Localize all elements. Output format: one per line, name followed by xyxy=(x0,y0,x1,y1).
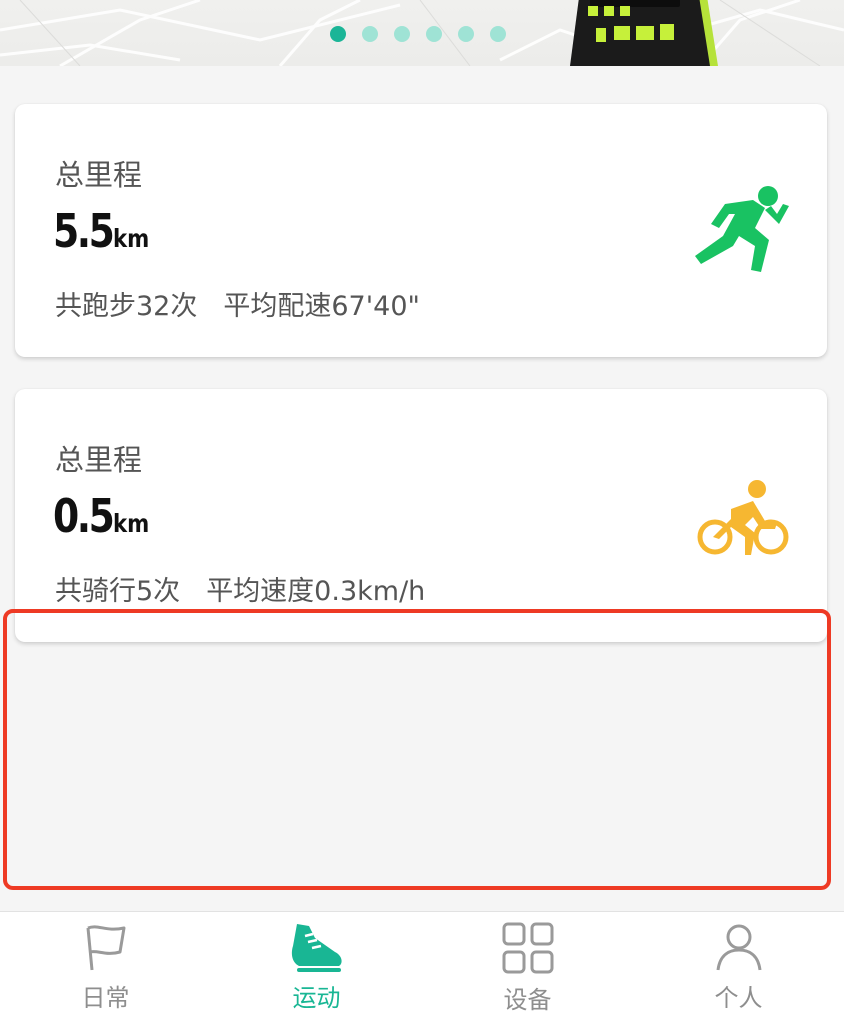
tab-profile[interactable]: 个人 xyxy=(633,912,844,1012)
ride-stats: 共骑行5次 平均速度0.3km/h xyxy=(55,569,425,608)
flag-icon xyxy=(86,925,125,971)
total-distance-label: 总里程 xyxy=(55,443,143,477)
sneaker-icon xyxy=(291,924,342,972)
tab-daily[interactable]: 日常 xyxy=(0,912,211,1012)
tab-label: 日常 xyxy=(81,984,130,1012)
highlight-box xyxy=(3,609,831,890)
carousel-dot[interactable] xyxy=(330,26,346,42)
total-distance-value: 0.5 km xyxy=(53,489,156,543)
smart-band-image xyxy=(570,0,718,66)
carousel-dot[interactable] xyxy=(362,26,378,42)
average-pace: 平均配速67'40" xyxy=(223,291,420,322)
distance-number: 5.5 xyxy=(53,204,115,258)
carousel-dots xyxy=(330,26,506,42)
carousel-dot[interactable] xyxy=(458,26,474,42)
tab-devices[interactable]: 设备 xyxy=(422,912,633,1012)
running-summary-card[interactable]: 总里程 5.5 km 共跑步32次 平均配速67'40" xyxy=(15,104,827,357)
run-count: 共跑步32次 xyxy=(55,291,198,322)
cycling-summary-card[interactable]: 总里程 0.5 km 共骑行5次 平均速度0.3km/h xyxy=(15,389,827,642)
carousel-dot[interactable] xyxy=(490,26,506,42)
person-icon xyxy=(716,924,761,971)
total-distance-label: 总里程 xyxy=(55,158,143,192)
carousel-dot[interactable] xyxy=(394,26,410,42)
run-stats: 共跑步32次 平均配速67'40" xyxy=(55,284,420,323)
tab-label: 个人 xyxy=(714,984,763,1012)
banner-carousel[interactable] xyxy=(0,0,844,66)
total-distance-value: 5.5 km xyxy=(53,204,156,258)
tab-label: 设备 xyxy=(503,986,552,1012)
carousel-dot[interactable] xyxy=(426,26,442,42)
distance-unit: km xyxy=(113,509,150,538)
tab-label: 运动 xyxy=(292,984,341,1012)
tab-sports[interactable]: 运动 xyxy=(211,912,422,1012)
average-speed: 平均速度0.3km/h xyxy=(206,576,426,607)
ride-count: 共骑行5次 xyxy=(55,576,181,607)
running-man-icon xyxy=(695,186,789,272)
grid-icon xyxy=(502,922,553,974)
distance-unit: km xyxy=(113,224,150,253)
distance-number: 0.5 xyxy=(53,489,115,543)
cyclist-icon xyxy=(697,480,789,555)
bottom-tab-bar: 日常 运动 设备 个人 xyxy=(0,911,844,1012)
